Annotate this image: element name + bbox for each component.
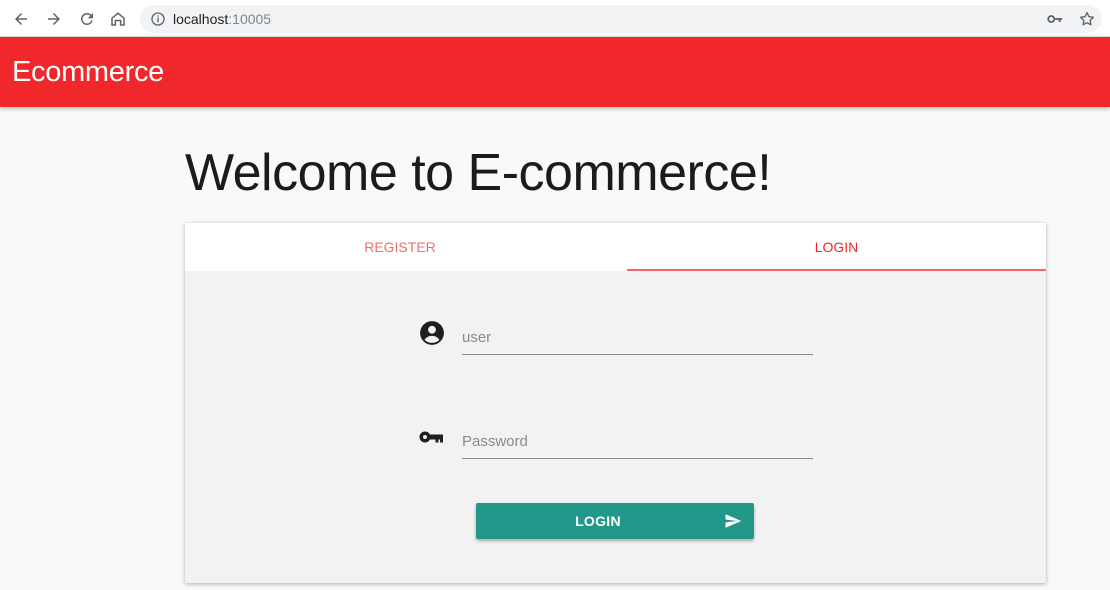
tab-login[interactable]: LOGIN <box>627 223 1046 271</box>
page-title: Welcome to E-commerce! <box>185 144 772 202</box>
app-bar: Ecommerce <box>0 37 1110 107</box>
url-host: localhost <box>173 11 229 27</box>
home-icon[interactable] <box>106 7 130 31</box>
account-circle-icon <box>419 320 445 346</box>
active-tab-indicator <box>627 269 1046 271</box>
info-icon[interactable] <box>150 11 166 27</box>
forward-arrow-icon[interactable] <box>42 7 66 31</box>
address-bar[interactable]: localhost:10005 <box>140 5 1102 33</box>
back-arrow-icon[interactable] <box>9 7 33 31</box>
login-button-label: LOGIN <box>575 513 621 529</box>
tab-register[interactable]: REGISTER <box>185 223 615 271</box>
auth-card: REGISTER LOGIN LOGIN <box>185 223 1046 583</box>
password-input[interactable] <box>462 425 813 459</box>
user-input[interactable] <box>462 321 813 355</box>
url-text: localhost:10005 <box>173 11 271 27</box>
login-button[interactable]: LOGIN <box>476 503 754 539</box>
password-key-icon[interactable] <box>1046 10 1064 28</box>
app-title[interactable]: Ecommerce <box>12 56 164 89</box>
browser-toolbar: localhost:10005 <box>0 0 1110 37</box>
send-icon <box>725 514 742 528</box>
bookmark-star-icon[interactable] <box>1078 10 1096 28</box>
reload-icon[interactable] <box>75 7 99 31</box>
auth-tabs: REGISTER LOGIN <box>185 223 1046 271</box>
url-port: :10005 <box>228 11 272 27</box>
key-icon <box>418 424 444 450</box>
